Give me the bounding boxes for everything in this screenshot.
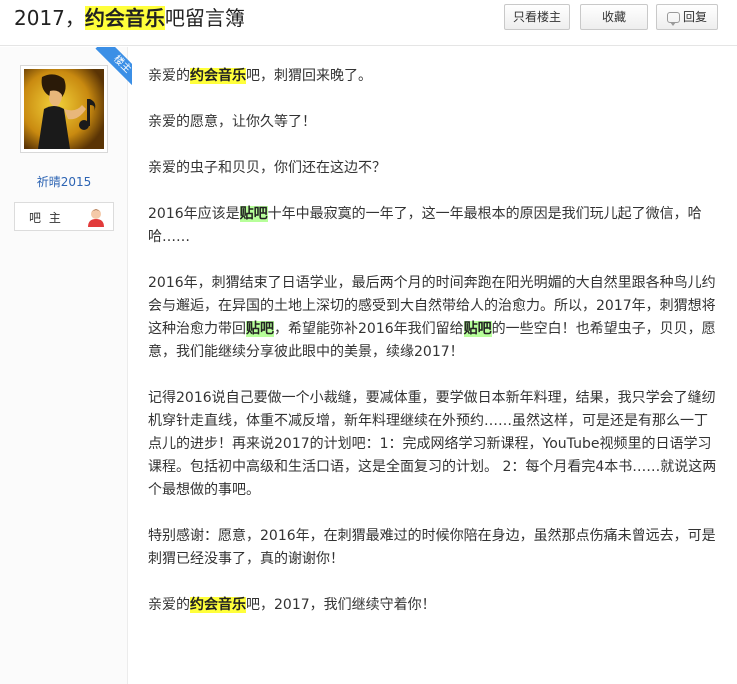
- favorite-button[interactable]: 收藏: [580, 4, 648, 30]
- text: 吧，2017，我们继续守着你！: [246, 597, 436, 613]
- tieba-highlight[interactable]: 贴吧: [246, 321, 274, 337]
- author-sidebar: 祈晴2015 吧 主: [0, 47, 128, 684]
- title-suffix: 吧留言簿: [164, 6, 245, 30]
- post-content: 亲爱的约会音乐吧，刺猬回来晚了。 亲爱的愿意，让你久等了！ 亲爱的虫子和贝贝，你…: [148, 65, 718, 640]
- op-badge-label: 楼主: [95, 47, 132, 89]
- post-paragraph: 亲爱的约会音乐吧，2017，我们继续守着你！: [148, 594, 718, 617]
- post-paragraph: 记得2016说自己要做一个小裁缝，要减体重，要学做日本新年料理，结果，我只学会了…: [148, 390, 717, 498]
- post-paragraph: 2016年，刺猬结束了日语学业，最后两个月的时间奔跑在阳光明媚的大自然里跟各种鸟…: [148, 272, 718, 364]
- post-paragraph: 特别感谢：愿意，2016年，在刺猬最难过的时候你陪在身边，虽然那点伤痛未曾远去，…: [148, 528, 716, 567]
- author-username[interactable]: 祈晴2015: [0, 173, 128, 190]
- tieba-highlight[interactable]: 贴吧: [239, 206, 268, 222]
- post-paragraph: 亲爱的约会音乐吧，刺猬回来晚了。: [148, 65, 718, 88]
- text: 吧，刺猬回来晚了。: [246, 68, 372, 84]
- bar-name-highlight[interactable]: 约会音乐: [190, 597, 246, 613]
- text: ，希望能弥补2016年我们留给: [274, 321, 464, 337]
- title-bar-name-highlight[interactable]: 约会音乐: [84, 6, 165, 30]
- reply-bubble-icon: [666, 12, 680, 26]
- op-corner-badge: 楼主: [90, 47, 132, 89]
- text: 亲爱的: [148, 68, 190, 84]
- reply-button[interactable]: 回复: [656, 4, 718, 30]
- admin-user-icon: [88, 209, 104, 227]
- thread-header: 2017，约会音乐吧留言簿 只看楼主 收藏 回复: [0, 0, 737, 46]
- tieba-highlight[interactable]: 贴吧: [463, 321, 492, 337]
- post-paragraph: 亲爱的愿意，让你久等了！: [148, 114, 316, 130]
- only-op-button[interactable]: 只看楼主: [504, 4, 570, 30]
- post-paragraph: 2016年应该是贴吧十年中最寂寞的一年了，这一年最根本的原因是我们玩儿起了微信，…: [148, 203, 718, 249]
- title-prefix: 2017，: [14, 6, 85, 30]
- bar-name-highlight[interactable]: 约会音乐: [190, 68, 246, 84]
- thread-title: 2017，约会音乐吧留言簿: [14, 6, 245, 30]
- post-paragraph: 亲爱的虫子和贝贝，你们还在这边不？: [148, 160, 386, 176]
- text: 亲爱的: [148, 597, 190, 613]
- reply-button-label: 回复: [682, 10, 707, 24]
- author-role-badge: 吧 主: [14, 202, 114, 231]
- text: 2016年应该是: [148, 206, 240, 222]
- role-label: 吧 主: [29, 211, 63, 225]
